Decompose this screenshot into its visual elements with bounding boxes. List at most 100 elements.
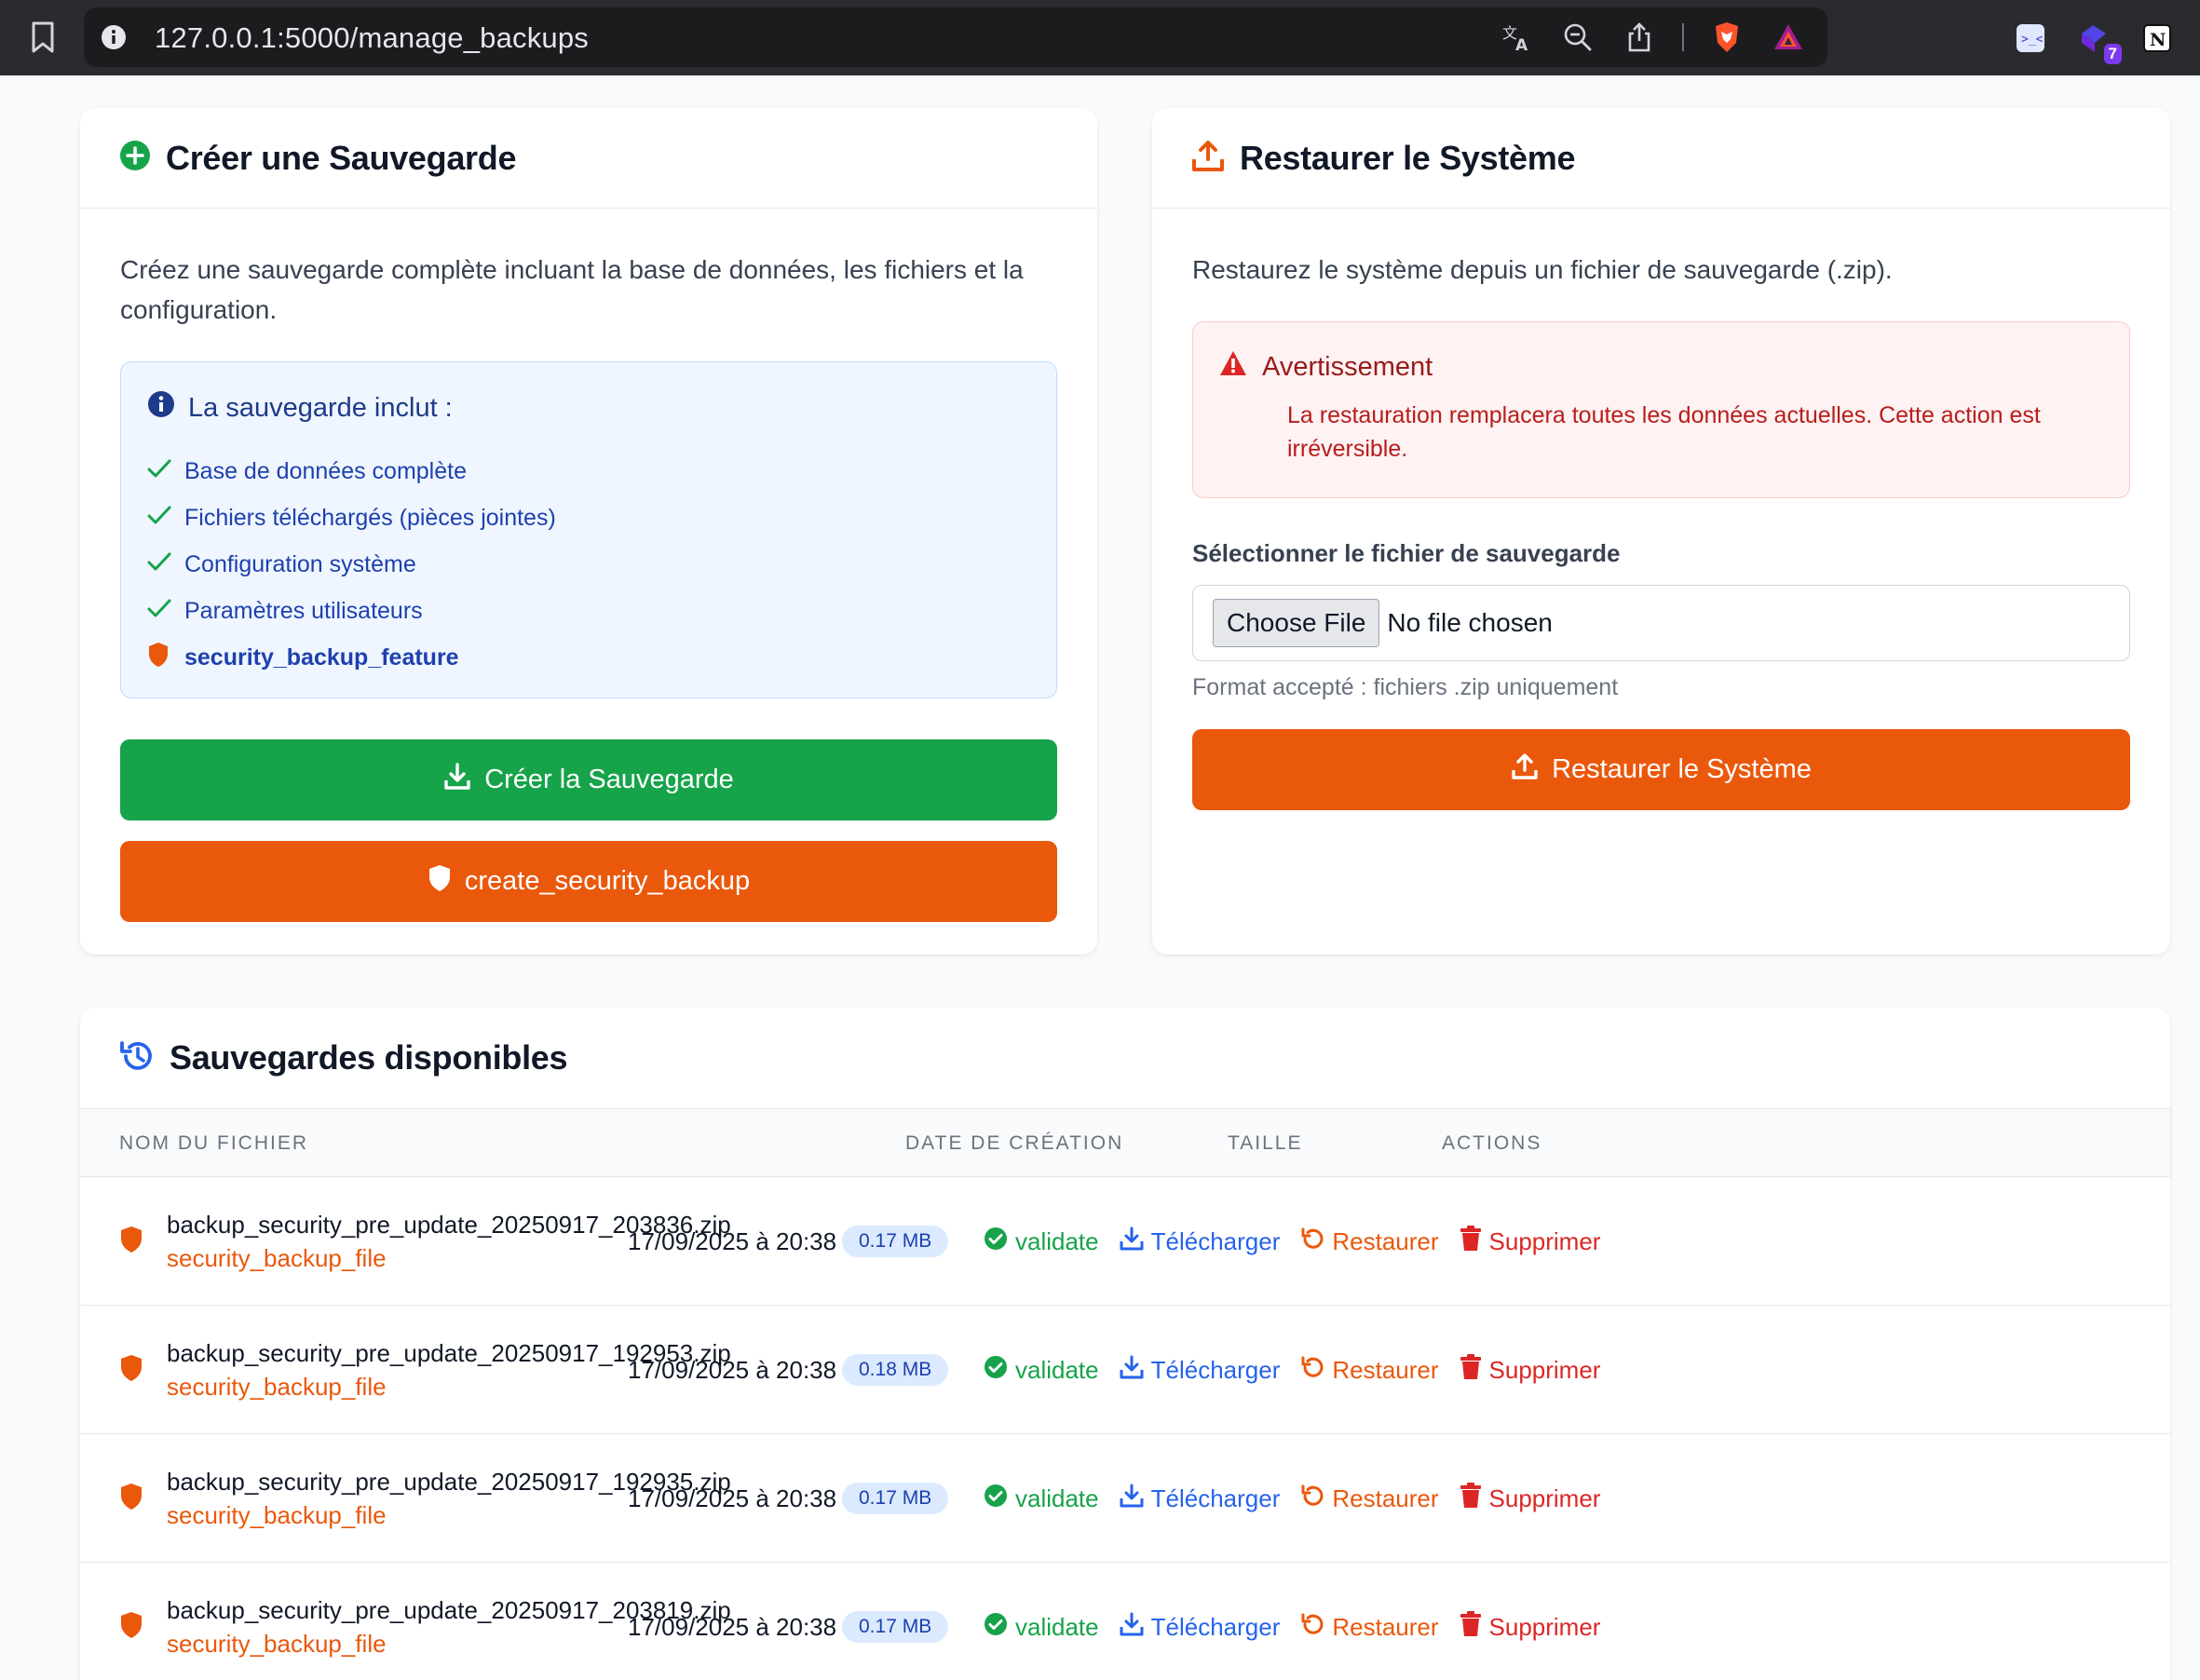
column-header[interactable]: DATE DE CRÉATION [905,1132,1123,1155]
trash-icon [1460,1611,1482,1644]
column-header[interactable]: ACTIONS [1442,1132,1541,1155]
history-icon [119,1039,155,1077]
shield-icon [119,1483,143,1515]
size-badge: 0.17 MB [842,1611,949,1643]
svg-text:A: A [1515,36,1528,53]
warning-triangle-icon [1219,350,1247,384]
list-item-feature: security_backup_feature [147,634,1030,681]
feature-item-label: security_backup_feature [184,644,459,671]
validate-action[interactable]: validate [984,1612,1099,1643]
zoom-out-icon[interactable] [1559,19,1596,56]
download-action[interactable]: Télécharger [1120,1355,1281,1386]
backup-date: 17/09/2025 à 20:38 [628,1484,837,1512]
translate-icon[interactable]: 文A [1498,19,1535,56]
table-row: backup_security_pre_update_20250917_2038… [80,1177,2170,1306]
download-action[interactable]: Télécharger [1120,1612,1281,1643]
list-item: Base de données complète [147,448,1030,495]
table-row: backup_security_pre_update_20250917_1929… [80,1434,2170,1563]
delete-action[interactable]: Supprimer [1460,1226,1600,1258]
create-security-backup-button[interactable]: create_security_backup [120,841,1057,922]
warning-text: La restauration remplacera toutes les do… [1287,402,2041,462]
delete-action[interactable]: Supprimer [1460,1483,1601,1515]
url-text[interactable]: 127.0.0.1:5000/manage_backups [155,21,589,55]
create-card-header: Créer une Sauvegarde [80,108,1097,209]
restore-system-button[interactable]: Restaurer le Système [1192,729,2130,810]
download-icon [1120,1484,1144,1514]
restore-action[interactable]: Restaurer [1300,1226,1439,1257]
delete-action[interactable]: Supprimer [1460,1354,1600,1387]
backup-type-tag: security_backup_file [167,1501,387,1529]
restore-action[interactable]: Restaurer [1300,1484,1439,1514]
undo-icon [1300,1226,1324,1257]
plus-circle-icon [119,140,151,176]
browser-toolbar: 127.0.0.1:5000/manage_backups 文A >_< 7 N [0,0,2200,75]
column-header[interactable]: NOM DU FICHIER [119,1132,308,1155]
validate-action[interactable]: validate [984,1484,1099,1514]
check-circle-icon [984,1226,1008,1257]
choose-file-button[interactable]: Choose File [1213,599,1380,647]
list-item: Configuration système [147,541,1030,588]
undo-icon [1300,1612,1324,1643]
table-header: NOM DU FICHIER DATE DE CRÉATION TAILLE A… [80,1108,2170,1177]
create-backup-label: Créer la Sauvegarde [484,765,734,794]
toolbar-divider [1682,23,1684,51]
restore-card-header: Restaurer le Système [1152,108,2170,209]
backups-title: Sauvegardes disponibles [170,1038,568,1077]
download-label: Télécharger [1150,1613,1281,1641]
undo-icon [1300,1484,1324,1514]
site-info-icon[interactable] [101,24,127,50]
restore-card: Restaurer le Système Restaurez le systèm… [1152,108,2170,955]
row-actions: validate Télécharger Restaurer Supprimer [984,1611,1621,1644]
row-actions: validate Télécharger Restaurer Supprimer [984,1226,1621,1258]
includes-list: Base de données complète Fichiers téléch… [147,448,1030,681]
list-item-label: Fichiers téléchargés (pièces jointes) [184,504,556,531]
brave-rewards-icon[interactable] [1770,19,1807,56]
download-icon [443,762,471,798]
check-circle-icon [984,1484,1008,1514]
extension-terminal-icon[interactable]: >_< [2012,20,2049,57]
download-action[interactable]: Télécharger [1120,1226,1280,1257]
backup-file-input[interactable]: Choose File No file chosen [1192,585,2130,661]
file-field-label: Sélectionner le fichier de sauvegarde [1192,539,1621,567]
shield-icon [428,864,452,900]
undo-icon [1300,1355,1324,1386]
table-row: backup_security_pre_update_20250917_1929… [80,1306,2170,1434]
download-icon [1120,1226,1144,1257]
share-icon[interactable] [1621,19,1658,56]
table-row: backup_security_pre_update_20250917_2038… [80,1563,2170,1680]
row-actions: validate Télécharger Restaurer Supprimer [984,1483,1621,1515]
info-circle-icon [147,390,175,426]
validate-action[interactable]: validate [984,1355,1099,1386]
address-bar[interactable]: 127.0.0.1:5000/manage_backups 文A [84,7,1827,67]
create-description: Créez une sauvegarde complète incluant l… [120,255,1024,324]
restore-label: Restaurer [1332,1227,1439,1255]
list-item: Paramètres utilisateurs [147,588,1030,634]
download-icon [1120,1355,1144,1386]
create-card-title: Créer une Sauvegarde [166,138,517,177]
check-icon [147,551,171,578]
check-icon [147,458,171,485]
validate-label: validate [1015,1356,1099,1384]
create-backup-button[interactable]: Créer la Sauvegarde [120,739,1057,820]
file-format-hint: Format accepté : fichiers .zip uniquemen… [1192,674,1619,700]
security-backup-label: create_security_backup [464,866,751,896]
no-file-text: No file chosen [1387,608,1553,637]
extension-puzzle-icon[interactable]: 7 [2075,20,2122,64]
notion-icon[interactable]: N [2139,20,2176,57]
validate-action[interactable]: validate [984,1226,1099,1257]
row-actions: validate Télécharger Restaurer Supprimer [984,1354,1621,1387]
warning-alert: Avertissement La restauration remplacera… [1192,321,2130,498]
download-action[interactable]: Télécharger [1120,1484,1280,1514]
delete-label: Supprimer [1488,1613,1601,1641]
bookmark-icon[interactable] [24,17,61,58]
restore-action[interactable]: Restaurer [1300,1612,1439,1643]
warning-title: Avertissement [1262,351,1433,382]
column-header[interactable]: TAILLE [1228,1132,1302,1155]
restore-action[interactable]: Restaurer [1300,1355,1439,1386]
delete-action[interactable]: Supprimer [1460,1611,1601,1644]
delete-label: Supprimer [1488,1484,1601,1512]
backup-type-tag: security_backup_file [167,1373,387,1401]
download-label: Télécharger [1150,1356,1281,1384]
check-circle-icon [984,1355,1008,1386]
brave-shields-icon[interactable] [1708,19,1745,56]
